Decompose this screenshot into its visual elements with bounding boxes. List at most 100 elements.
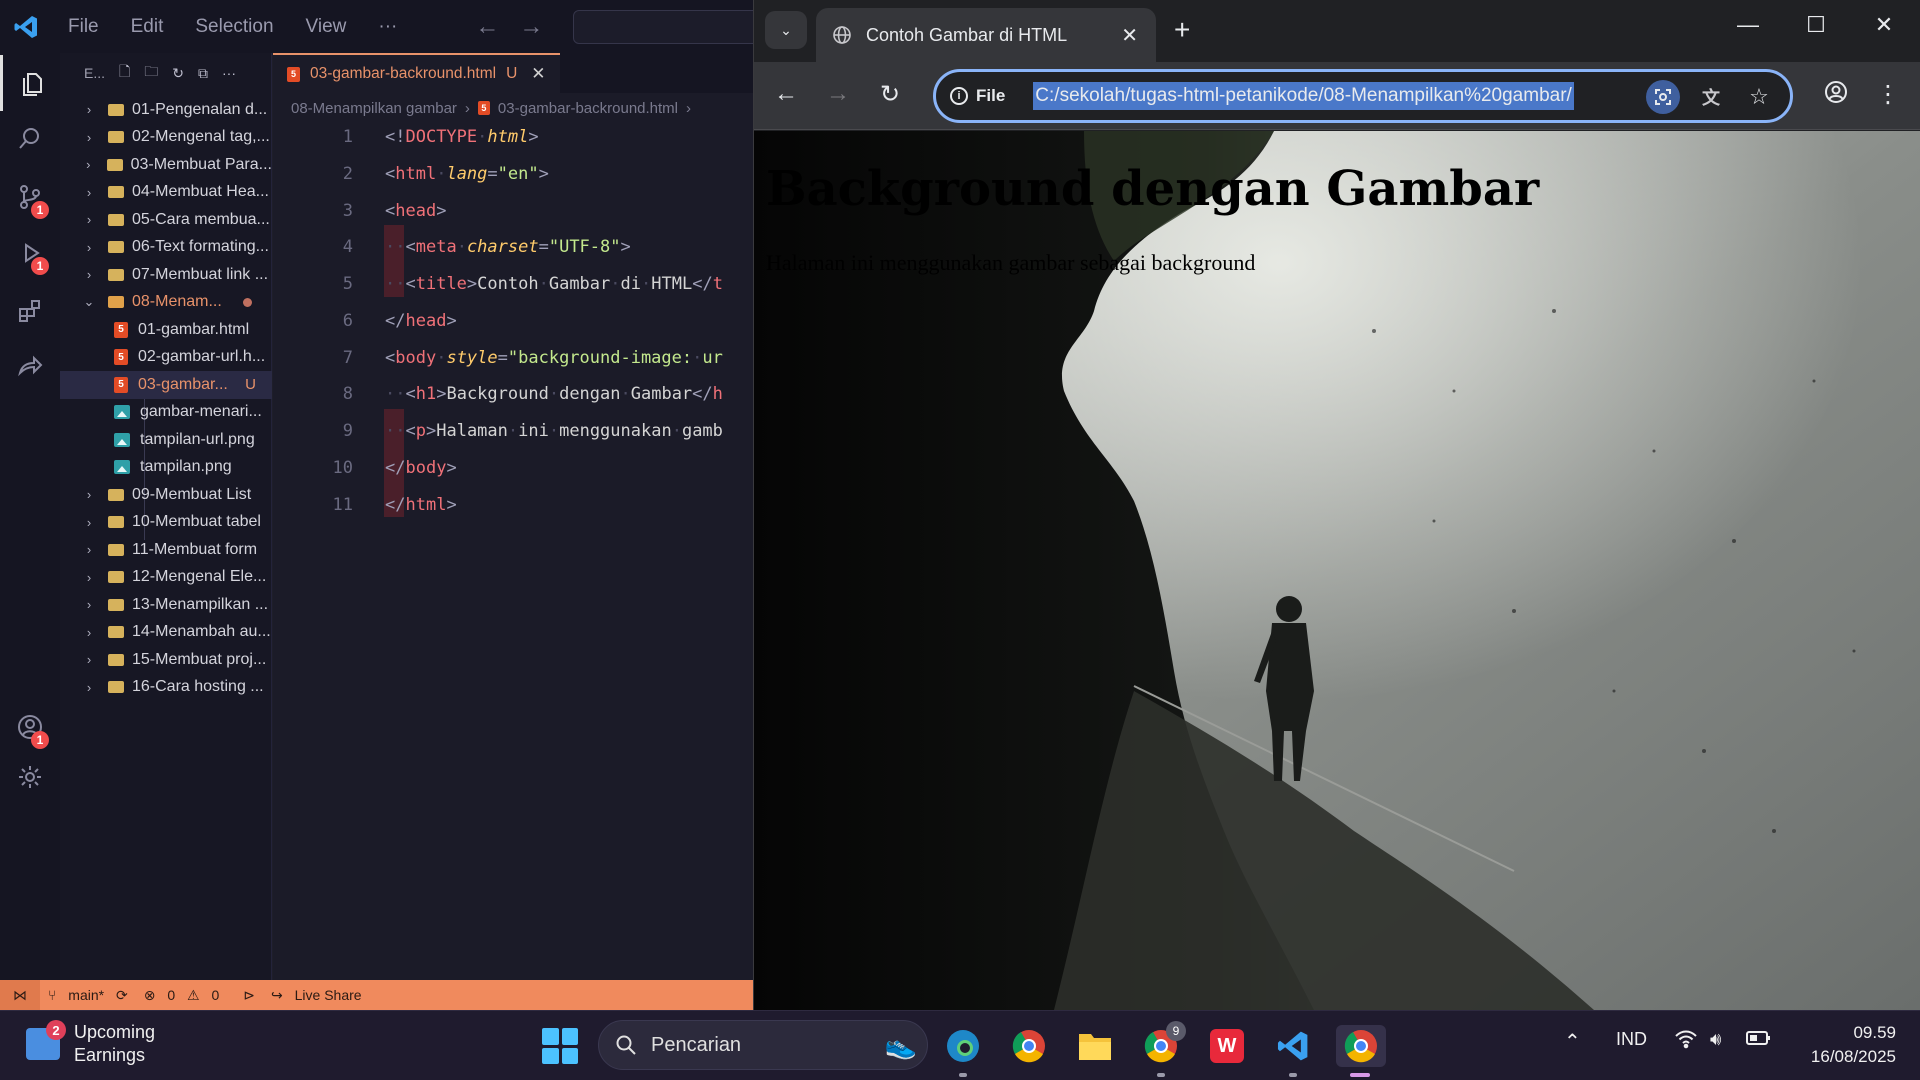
live-share-status[interactable]: ↪ Live Share: [263, 987, 378, 1004]
close-window-icon[interactable]: ✕: [1864, 12, 1904, 38]
wps-office-icon[interactable]: W: [1206, 1025, 1248, 1067]
menu-edit[interactable]: Edit: [115, 16, 180, 38]
file-item-image[interactable]: tampilan.png: [60, 454, 272, 482]
folder-item[interactable]: › 11-Membuat form: [60, 536, 272, 564]
folder-item[interactable]: › 04-Membuat Hea...: [60, 179, 272, 207]
star-icon[interactable]: ☆: [1742, 80, 1776, 114]
system-clock[interactable]: 09.59 16/08/2025: [1811, 1021, 1896, 1069]
breadcrumb-file[interactable]: 03-gambar-backround.html: [498, 100, 678, 117]
close-icon[interactable]: ✕: [1121, 23, 1156, 48]
address-bar[interactable]: i File C:/sekolah/tugas-html-petanikode/…: [933, 69, 1793, 123]
chevron-up-icon[interactable]: ⌃: [1564, 1029, 1581, 1054]
chrome-active-taskbar-icon[interactable]: [1336, 1025, 1386, 1067]
close-icon[interactable]: ✕: [531, 64, 545, 84]
run-debug-icon[interactable]: 1: [0, 225, 60, 281]
breadcrumb-folder[interactable]: 08-Menampilkan gambar: [291, 100, 457, 117]
folder-icon: [108, 488, 124, 501]
search-icon[interactable]: [0, 111, 60, 167]
edge-icon[interactable]: [942, 1025, 984, 1067]
maximize-icon[interactable]: ☐: [1796, 12, 1836, 38]
minimize-icon[interactable]: —: [1728, 12, 1768, 38]
chrome-tab-active[interactable]: Contoh Gambar di HTML ✕: [816, 8, 1156, 62]
chrome-tabstrip: ⌄ Contoh Gambar di HTML ✕ + — ☐ ✕: [754, 0, 1920, 62]
more-actions-icon[interactable]: ···: [222, 65, 236, 81]
folder-item[interactable]: ⌄ 08-Menam...: [60, 289, 272, 317]
volume-icon[interactable]: 🔊︎: [1710, 1029, 1721, 1050]
folder-item[interactable]: › 09-Membuat List: [60, 481, 272, 509]
menu-file[interactable]: File: [52, 16, 115, 38]
folder-item[interactable]: › 05-Cara membua...: [60, 206, 272, 234]
back-arrow-icon[interactable]: ←: [768, 80, 804, 108]
file-item-html[interactable]: 5 01-gambar.html: [60, 316, 272, 344]
line-number: 8: [342, 384, 353, 404]
accounts-icon[interactable]: 1: [0, 699, 60, 755]
profile-icon[interactable]: [1818, 80, 1854, 111]
folder-icon: [108, 268, 124, 281]
chrome-profile-icon[interactable]: 9: [1140, 1021, 1186, 1067]
chrome-window: ⌄ Contoh Gambar di HTML ✕ + — ☐ ✕ ← → ↻ …: [753, 0, 1920, 1010]
folder-icon: [108, 653, 124, 666]
file-item-image[interactable]: tampilan-url.png: [60, 426, 272, 454]
folder-item[interactable]: › 01-Pengenalan d...: [60, 96, 272, 124]
menu-selection[interactable]: Selection: [179, 16, 289, 38]
taskbar-search[interactable]: Pencarian 👟: [598, 1020, 928, 1070]
widgets-button[interactable]: 2 Upcoming Earnings: [26, 1020, 155, 1067]
windows-start-icon[interactable]: [542, 1028, 578, 1064]
forward-arrow-icon[interactable]: →: [509, 13, 553, 41]
chevron-right-icon: ›: [86, 157, 91, 173]
menu-more[interactable]: ···: [362, 16, 413, 38]
folder-item[interactable]: › 10-Membuat tabel: [60, 509, 272, 537]
remote-icon[interactable]: ⋈: [0, 980, 40, 1010]
battery-icon[interactable]: [1746, 1029, 1772, 1052]
refresh-icon[interactable]: ↻: [172, 65, 184, 82]
chevron-right-icon: ›: [86, 597, 92, 613]
code-line: ··<title>Contoh·Gambar·di·HTML</t: [385, 274, 723, 294]
explorer-icon[interactable]: [0, 55, 60, 111]
new-tab-icon[interactable]: +: [1174, 14, 1190, 46]
problems-status[interactable]: ⊗ 0 ⚠ 0: [136, 987, 236, 1004]
new-folder-icon[interactable]: 🗀: [144, 61, 158, 85]
google-lens-icon[interactable]: [1646, 80, 1680, 114]
line-number: 9: [342, 421, 353, 441]
chrome-icon[interactable]: [1008, 1025, 1050, 1067]
branch-name: main*: [68, 986, 105, 1003]
folder-item[interactable]: › 13-Menampilkan ...: [60, 591, 272, 619]
url-text[interactable]: C:/sekolah/tugas-html-petanikode/08-Mena…: [1033, 82, 1574, 110]
back-arrow-icon[interactable]: ←: [465, 13, 509, 41]
file-item-image[interactable]: gambar-menari...: [60, 399, 272, 427]
site-info-chip[interactable]: i File: [950, 86, 1005, 106]
new-file-icon[interactable]: 🗋: [119, 61, 130, 85]
folder-item[interactable]: › 15-Membuat proj...: [60, 646, 272, 674]
folder-item[interactable]: › 07-Membuat link ...: [60, 261, 272, 289]
editor-tab-active[interactable]: 5 03-gambar-backround.html U ✕: [273, 53, 560, 93]
file-item-html[interactable]: 5 02-gambar-url.h...: [60, 344, 272, 372]
line-number: 6: [342, 311, 353, 331]
kebab-menu-icon[interactable]: ⋮: [1870, 80, 1906, 109]
folder-item[interactable]: › 06-Text formating...: [60, 234, 272, 262]
collapse-all-icon[interactable]: ⧉: [198, 65, 208, 82]
folder-item[interactable]: › 02-Mengenal tag,...: [60, 124, 272, 152]
chevron-right-icon: ›: [86, 487, 92, 503]
gear-icon[interactable]: [0, 749, 60, 805]
chevron-right-icon: ›: [86, 652, 92, 668]
live-share-icon[interactable]: [0, 339, 60, 395]
folder-item[interactable]: › 12-Mengenal Ele...: [60, 564, 272, 592]
folder-item[interactable]: › 03-Membuat Para...: [60, 151, 272, 179]
branch-status[interactable]: ⑂ main* ⟳: [40, 987, 136, 1004]
debug-status-icon[interactable]: ⊳: [235, 987, 263, 1004]
source-control-icon[interactable]: 1: [0, 169, 60, 225]
input-language[interactable]: IND: [1616, 1029, 1647, 1050]
file-item-html[interactable]: 5 03-gambar... U: [60, 371, 272, 399]
vscode-taskbar-icon[interactable]: [1272, 1025, 1314, 1067]
translate-icon[interactable]: 文: [1694, 80, 1728, 114]
menu-view[interactable]: View: [290, 16, 363, 38]
wifi-icon[interactable]: [1674, 1029, 1698, 1054]
search-icon: [616, 1035, 636, 1055]
folder-item[interactable]: › 16-Cara hosting ...: [60, 674, 272, 702]
forward-arrow-icon[interactable]: →: [820, 80, 856, 108]
extensions-icon[interactable]: [0, 283, 60, 339]
reload-icon[interactable]: ↻: [872, 80, 908, 109]
tab-search-button[interactable]: ⌄: [765, 11, 807, 49]
file-explorer-icon[interactable]: [1074, 1025, 1116, 1067]
folder-item[interactable]: › 14-Menambah au...: [60, 619, 272, 647]
